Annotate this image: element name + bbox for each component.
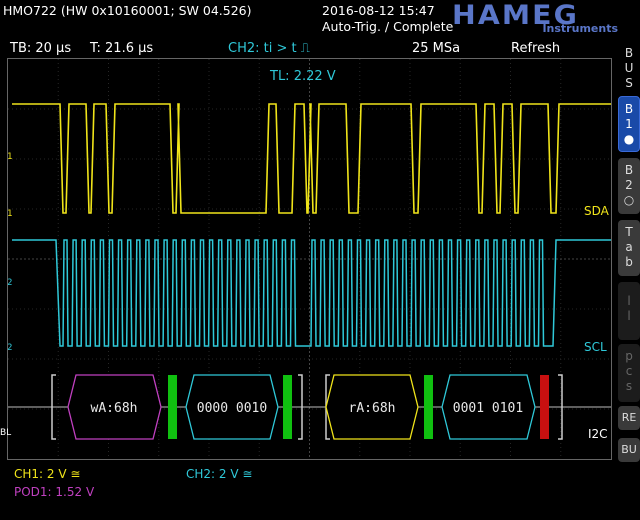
lines-button[interactable]: l l — [618, 282, 640, 340]
sample-rate: 25 MSa — [412, 41, 461, 56]
waveform-svg: wA:68h 0000 0010 rA:68h 0001 0101 1 1 2 2 — [8, 59, 611, 459]
channel-marker: 1 — [8, 152, 12, 162]
acquisition-mode: Auto-Trig. / Complete — [322, 19, 454, 34]
bus-menu-button[interactable]: B U S — [618, 46, 640, 92]
channel-marker: 1 — [8, 209, 12, 219]
channel-marker: 2 — [8, 343, 12, 353]
re-button[interactable]: RE — [618, 406, 640, 430]
bus2-button[interactable]: B 2 ○ — [618, 158, 640, 214]
sda-label: SDA — [584, 204, 609, 218]
bus1-button[interactable]: B 1 ● — [618, 96, 640, 152]
bus-label: I2C — [588, 427, 608, 441]
trigger-time[interactable]: T: 21.6 µs — [90, 41, 153, 56]
side-menu: B U S B 1 ● B 2 ○ T a b l l p c s RE BU — [618, 40, 640, 520]
nack-bit — [540, 375, 549, 439]
scl-waveform — [12, 239, 611, 347]
sda-trace — [12, 103, 611, 214]
frame-label-ra: rA:68h — [349, 401, 396, 416]
bu-button[interactable]: BU — [618, 438, 640, 462]
trigger-level: TL: 2.22 V — [270, 69, 336, 84]
device-info: HMO722 (HW 0x10160001; SW 04.526) — [3, 3, 252, 18]
table-button[interactable]: T a b — [618, 220, 640, 276]
pod1-threshold[interactable]: POD1: 1.52 V — [14, 485, 94, 499]
channel-marker: 2 — [8, 278, 12, 288]
timebase[interactable]: TB: 20 µs — [10, 41, 71, 56]
ch2-scale[interactable]: CH2: 2 V ≅ — [186, 467, 252, 481]
scl-label: SCL — [584, 340, 607, 354]
datetime: 2016-08-12 15:47 — [322, 3, 435, 18]
refresh-mode[interactable]: Refresh — [511, 41, 560, 56]
trigger-setting[interactable]: CH2: ti > t ⎍ — [228, 41, 310, 56]
ack-bit-1 — [168, 375, 177, 439]
frame-label-wa: wA:68h — [91, 401, 138, 416]
frame-label-data1: 0000 0010 — [197, 401, 267, 416]
waveform-display[interactable]: wA:68h 0000 0010 rA:68h 0001 0101 1 1 2 2 TL: … — [7, 58, 612, 460]
pcs-button[interactable]: p c s — [618, 344, 640, 402]
ack-bit-2 — [283, 375, 292, 439]
scl-trace — [12, 239, 611, 347]
hameg-logo: HAMEG Instruments — [452, 0, 622, 36]
bus-marker: BL — [0, 428, 12, 438]
frame-label-data2: 0001 0101 — [453, 401, 523, 416]
ack-bit-3 — [424, 375, 433, 439]
sda-waveform — [12, 103, 611, 214]
ch1-scale[interactable]: CH1: 2 V ≅ — [14, 467, 80, 481]
brand-subtitle: Instruments — [542, 22, 618, 35]
